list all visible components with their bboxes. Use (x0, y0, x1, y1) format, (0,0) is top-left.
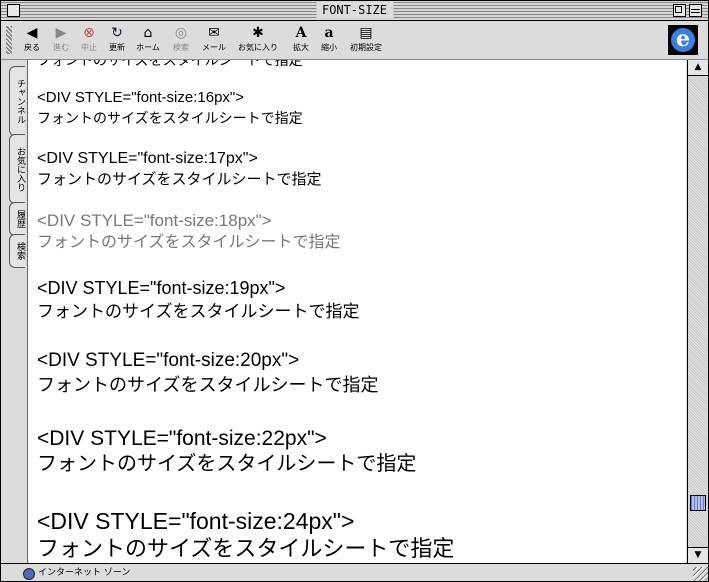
stop-button[interactable]: ⊗ 中止 (76, 25, 102, 53)
toolbar-grip[interactable] (6, 26, 12, 54)
search-button[interactable]: ◎ 検索 (168, 25, 194, 53)
browser-window: FONT-SIZE ◀ 戻る ▶ 進む ⊗ 中止 ↻ 更新 ⌂ ホーム ◎ 検索 (0, 0, 709, 582)
ie-logo: e (668, 25, 698, 55)
preferences-icon: ▤ (359, 25, 373, 41)
sample-text-line: フォントのサイズをスタイルシートで指定 (37, 110, 303, 126)
sample-text-line: フォントのサイズをスタイルシートで指定 (37, 302, 360, 321)
security-zone: インターネット ゾーン (38, 568, 131, 578)
code-line: <DIV STYLE="font-size:20px"> (37, 350, 300, 371)
favorites-label: お気に入り (238, 43, 278, 52)
tab-favorites[interactable]: お気に入り (9, 134, 25, 204)
code-line: <DIV STYLE="font-size:17px"> (37, 150, 258, 167)
sample-text-line: フォントのサイズをスタイルシートで指定 (37, 536, 455, 561)
home-label: ホーム (136, 43, 160, 52)
sample-text-line: フォントのサイズをスタイルシートで指定 (37, 171, 322, 188)
toolbar: ◀ 戻る ▶ 進む ⊗ 中止 ↻ 更新 ⌂ ホーム ◎ 検索 ✉ メール ✱ お (1, 21, 708, 60)
code-line: <DIV STYLE="font-size:22px"> (37, 427, 327, 450)
code-line: <DIV STYLE="font-size:18px"> (37, 211, 272, 230)
tab-channels[interactable]: チャンネル (9, 66, 25, 136)
shrink-icon: a (324, 25, 334, 41)
search-icon: ◎ (174, 25, 188, 41)
collapse-box[interactable] (689, 4, 702, 17)
home-button[interactable]: ⌂ ホーム (133, 25, 163, 53)
forward-label: 進む (53, 43, 69, 52)
window-title: FONT-SIZE (315, 2, 394, 18)
refresh-icon: ↻ (111, 25, 123, 41)
enlarge-label: 拡大 (293, 43, 309, 52)
zoom-box[interactable] (673, 4, 686, 17)
shrink-button[interactable]: a 縮小 (316, 25, 342, 53)
enlarge-button[interactable]: A 拡大 (288, 25, 314, 53)
refresh-label: 更新 (109, 43, 125, 52)
partial-text-line: フォントのサイズをスタイルシートで指定 (37, 60, 303, 68)
shrink-label: 縮小 (321, 43, 337, 52)
back-button[interactable]: ◀ 戻る (19, 25, 45, 53)
mail-button[interactable]: ✉ メール (199, 25, 229, 53)
back-icon: ◀ (26, 25, 38, 41)
ie-logo-icon: e (671, 28, 695, 52)
mail-icon: ✉ (208, 25, 220, 41)
status-bar: インターネット ゾーン (1, 563, 708, 581)
preferences-label: 初期設定 (350, 43, 382, 52)
back-label: 戻る (24, 43, 40, 52)
forward-button[interactable]: ▶ 進む (48, 25, 74, 53)
page-content: フォントのサイズをスタイルシートで指定 <DIV STYLE="font-siz… (28, 60, 686, 563)
code-line: <DIV STYLE="font-size:19px"> (37, 278, 286, 298)
tab-history[interactable]: 履歴 (9, 202, 25, 236)
globe-icon (23, 568, 35, 580)
code-line: <DIV STYLE="font-size:24px"> (37, 508, 355, 534)
search-label: 検索 (173, 43, 189, 52)
favorites-icon: ✱ (252, 25, 264, 41)
refresh-button[interactable]: ↻ 更新 (104, 25, 130, 53)
sample-text-line: フォントのサイズをスタイルシートで指定 (37, 375, 379, 395)
sample-text-line: フォントのサイズをスタイルシートで指定 (37, 453, 417, 475)
enlarge-icon: A (295, 25, 307, 41)
preferences-button[interactable]: ▤ 初期設定 (346, 25, 386, 53)
vertical-scrollbar[interactable]: ▲ ▼ (687, 60, 708, 563)
close-box[interactable] (7, 4, 20, 17)
resize-handle[interactable] (693, 567, 708, 581)
forward-icon: ▶ (55, 25, 67, 41)
scroll-up-arrow[interactable]: ▲ (688, 60, 708, 76)
explorer-bar-tabs: チャンネル お気に入り 履歴 検索 (1, 60, 28, 563)
favorites-button[interactable]: ✱ お気に入り (234, 25, 282, 53)
scroll-thumb[interactable] (690, 495, 706, 511)
home-icon: ⌂ (143, 25, 153, 41)
code-line: <DIV STYLE="font-size:16px"> (37, 89, 245, 106)
stop-label: 中止 (81, 43, 97, 52)
title-bar[interactable]: FONT-SIZE (1, 1, 708, 21)
scroll-down-arrow[interactable]: ▼ (688, 547, 708, 563)
sample-text-line: フォントのサイズをスタイルシートで指定 (37, 234, 341, 251)
mail-label: メール (202, 43, 226, 52)
tab-search[interactable]: 検索 (9, 234, 25, 268)
stop-icon: ⊗ (83, 25, 95, 41)
